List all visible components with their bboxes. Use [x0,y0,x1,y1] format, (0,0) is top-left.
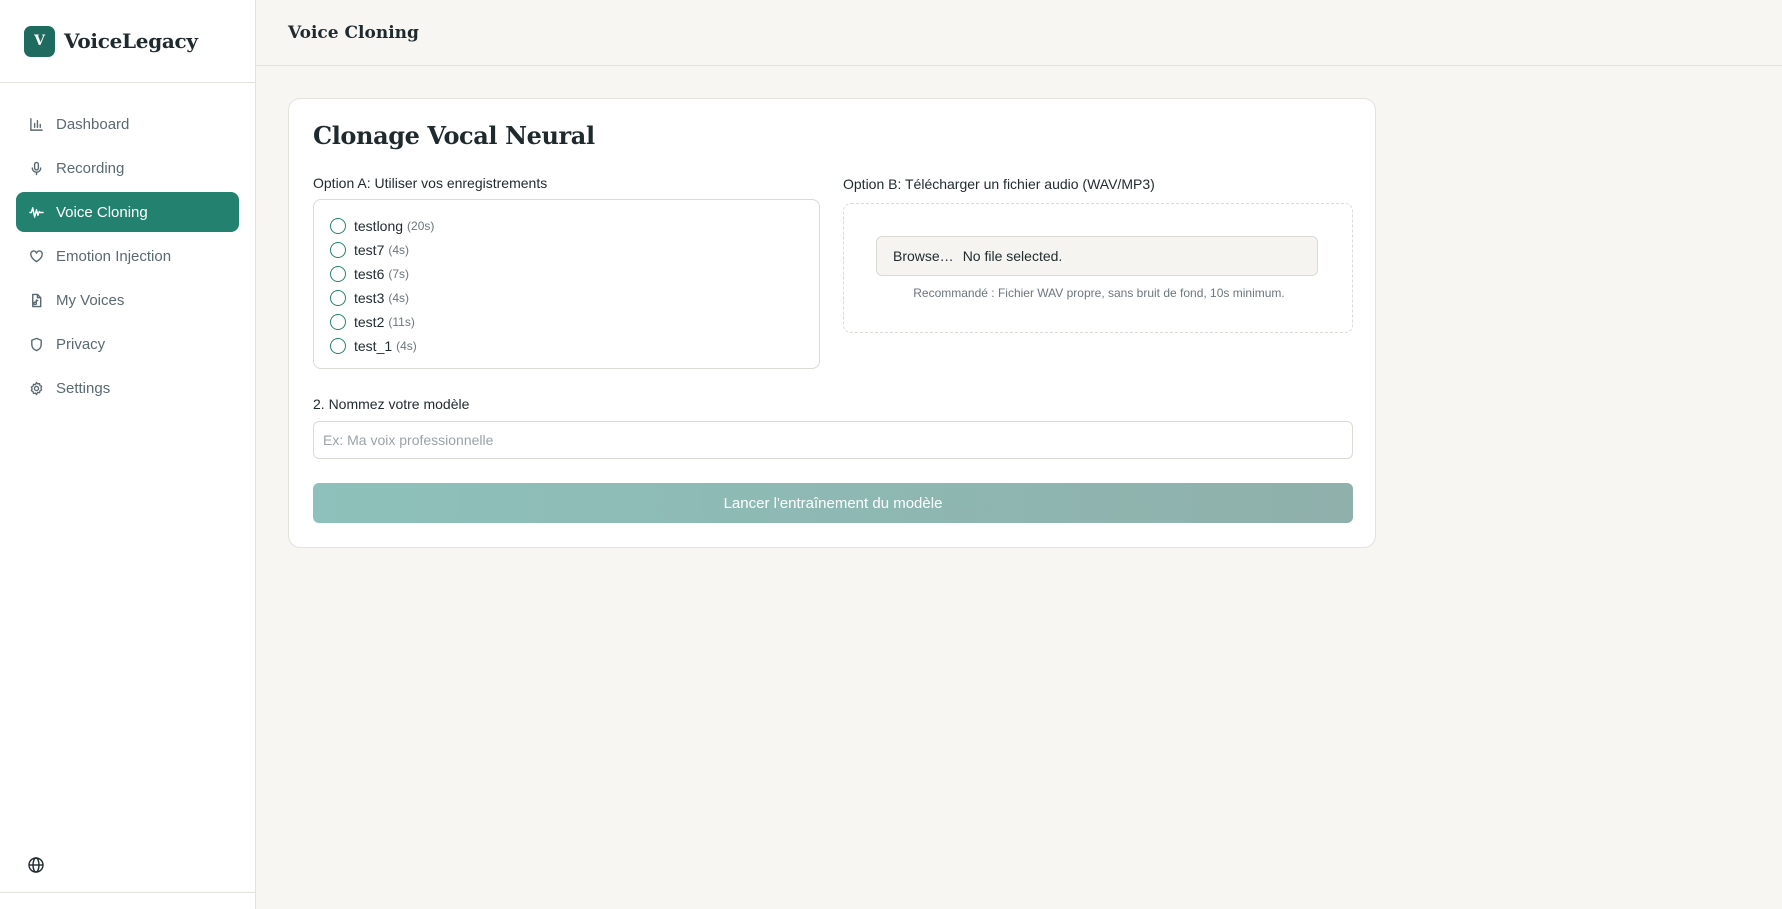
sidebar-item-label: Dashboard [56,115,130,133]
main-content: Voice Cloning Clonage Vocal Neural Optio… [256,0,1782,909]
recording-radio[interactable] [330,266,346,282]
globe-icon[interactable] [27,856,45,874]
file-status: No file selected. [962,248,1063,264]
sidebar-item-label: Voice Cloning [56,203,148,221]
list-item[interactable]: test2 (11s) [330,310,803,334]
recording-duration: (4s) [396,339,417,353]
list-item[interactable]: test_1 (4s) [330,334,803,358]
brand-name: VoiceLegacy [64,29,198,53]
sidebar-item-my-voices[interactable]: My Voices [16,280,239,320]
browse-button[interactable]: Browse… [893,248,954,264]
sidebar: V VoiceLegacy Dashboard Recording Voice … [0,0,256,909]
sidebar-item-settings[interactable]: Settings [16,368,239,408]
recording-duration: (7s) [388,267,410,281]
recording-name: test6 [354,266,385,282]
sidebar-nav: Dashboard Recording Voice Cloning Emotio… [0,83,255,408]
gear-icon [28,380,44,396]
model-name-label: 2. Nommez votre modèle [313,396,470,412]
recording-radio[interactable] [330,290,346,306]
recordings-list: testlong (20s) test7 (4s) test6 (7s) tes… [313,199,820,369]
microphone-icon [28,160,44,176]
upload-hint: Recommandé : Fichier WAV propre, sans br… [913,286,1285,300]
shield-icon [28,336,44,352]
recording-name: test7 [354,242,385,258]
recording-duration: (20s) [407,219,435,233]
recording-radio[interactable] [330,338,346,354]
recording-name: test3 [354,290,385,306]
sidebar-footer-divider [0,892,256,893]
model-name-input[interactable] [313,421,1353,459]
card-title: Clonage Vocal Neural [313,121,595,150]
page-title: Voice Cloning [288,22,419,43]
recording-name: test2 [354,314,385,330]
sidebar-item-label: Emotion Injection [56,247,172,265]
brand-logo: V [24,25,55,57]
sidebar-item-label: My Voices [56,291,125,309]
sidebar-item-label: Recording [56,159,125,177]
start-training-button[interactable]: Lancer l'entraînement du modèle [313,483,1353,523]
voice-cloning-card: Clonage Vocal Neural Option A: Utiliser … [288,98,1376,548]
sidebar-item-emotion-injection[interactable]: Emotion Injection [16,236,239,276]
page-header: Voice Cloning [256,0,1782,66]
list-item[interactable]: testlong (20s) [330,214,803,238]
list-item[interactable]: test7 (4s) [330,238,803,262]
sidebar-item-dashboard[interactable]: Dashboard [16,104,239,144]
recording-radio[interactable] [330,314,346,330]
bar-chart-icon [28,116,44,132]
recording-name: testlong [354,218,404,234]
sidebar-item-voice-cloning[interactable]: Voice Cloning [16,192,239,232]
brand[interactable]: V VoiceLegacy [0,0,255,83]
sidebar-item-label: Settings [56,379,111,397]
upload-dropzone[interactable]: Browse… No file selected. Recommandé : F… [843,203,1353,333]
list-item[interactable]: test3 (4s) [330,286,803,310]
recording-name: test_1 [354,338,393,354]
recording-radio[interactable] [330,242,346,258]
heart-icon [28,248,44,264]
list-item[interactable]: test6 (7s) [330,262,803,286]
recording-duration: (11s) [388,315,415,329]
sidebar-item-label: Privacy [56,335,106,353]
recording-duration: (4s) [388,291,410,305]
recording-radio[interactable] [330,218,346,234]
file-audio-icon [28,292,44,308]
sidebar-item-recording[interactable]: Recording [16,148,239,188]
app-root: V VoiceLegacy Dashboard Recording Voice … [0,0,1782,909]
sidebar-item-privacy[interactable]: Privacy [16,324,239,364]
option-b-label: Option B: Télécharger un fichier audio (… [843,176,1155,192]
option-a-label: Option A: Utiliser vos enregistrements [313,175,548,191]
recording-duration: (4s) [388,243,410,257]
file-input[interactable]: Browse… No file selected. [876,236,1318,276]
audio-waveform-icon [28,204,44,220]
